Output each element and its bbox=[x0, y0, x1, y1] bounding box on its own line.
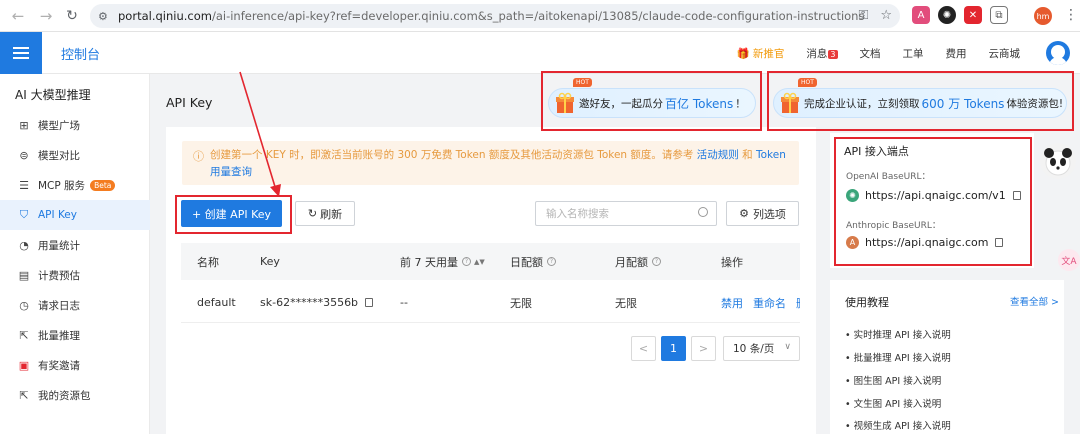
annotation-arrow bbox=[239, 71, 281, 197]
